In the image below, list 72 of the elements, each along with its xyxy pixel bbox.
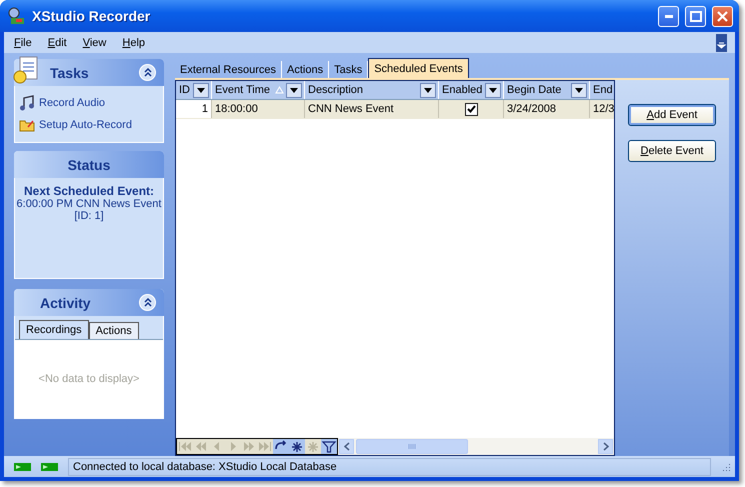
filter-dropdown-button[interactable] xyxy=(485,82,501,98)
column-header[interactable]: Description xyxy=(305,81,439,99)
status-text: [ID: 1] xyxy=(73,210,105,222)
collapse-button[interactable] xyxy=(139,64,156,81)
checkmark-icon xyxy=(466,105,476,113)
table-cell-text: 12/3 xyxy=(592,102,614,117)
menu-item[interactable]: File xyxy=(12,36,40,48)
event-button[interactable]: Delete Event xyxy=(628,140,716,162)
last-record-icon xyxy=(257,439,273,454)
close-button[interactable] xyxy=(712,6,733,26)
document-clock-icon xyxy=(12,55,40,85)
menu-item[interactable]: View xyxy=(80,36,114,48)
table-cell: 3/24/2008 xyxy=(504,100,590,118)
navigator-button[interactable] xyxy=(273,439,289,454)
task-link[interactable]: Setup Auto-Record xyxy=(19,114,159,136)
navigator-button[interactable] xyxy=(289,439,305,454)
minimize-icon xyxy=(664,14,672,18)
caret-icon xyxy=(575,88,583,92)
column-header[interactable]: ID xyxy=(176,81,212,99)
column-header[interactable]: End xyxy=(590,81,614,99)
close-icon xyxy=(717,10,728,22)
table-cell: 18:00:00 xyxy=(212,100,305,118)
toolbar-options-icon[interactable] xyxy=(716,34,727,52)
status-heading: Next Scheduled Event: xyxy=(22,183,156,198)
chevron-icon xyxy=(144,298,152,307)
column-header[interactable]: Event Time xyxy=(212,81,305,99)
table-cell: 1 xyxy=(176,100,212,118)
checkbox[interactable] xyxy=(464,102,478,116)
filter-dropdown-button[interactable] xyxy=(193,82,209,98)
maximize-button[interactable] xyxy=(685,6,706,26)
menu-item[interactable]: Edit xyxy=(46,36,75,48)
navigator-button[interactable] xyxy=(321,439,337,454)
caret-icon xyxy=(424,88,432,92)
status-text: 6:00:00 PM CNN News Event xyxy=(16,198,162,210)
asterisk-icon xyxy=(305,439,321,454)
window-title: XStudio Recorder xyxy=(32,8,152,24)
table-row[interactable]: 1 18:00:00 CNN News Event 3/24/2008 12/3 xyxy=(176,100,614,119)
scroll-thumb[interactable] xyxy=(356,439,468,454)
tab[interactable]: Scheduled Events xyxy=(368,58,469,78)
column-header[interactable]: Begin Date xyxy=(504,81,590,99)
minimize-button[interactable] xyxy=(658,6,679,26)
filter-icon xyxy=(321,439,337,454)
table-cell: CNN News Event xyxy=(305,100,439,118)
horizontal-scrollbar[interactable] xyxy=(338,438,614,455)
caret-icon xyxy=(197,88,205,92)
panel-title: Activity xyxy=(39,294,92,310)
caret-icon xyxy=(290,88,298,92)
task-link[interactable]: Record Audio xyxy=(19,92,159,114)
column-header[interactable]: Enabled xyxy=(439,81,504,99)
chevron-icon xyxy=(144,68,152,77)
sort-ascending-icon xyxy=(275,86,284,94)
panel-title: Tasks xyxy=(49,64,90,80)
filter-dropdown-button[interactable] xyxy=(420,82,436,98)
scroll-right-button[interactable] xyxy=(598,439,613,454)
scroll-left-button[interactable] xyxy=(339,439,354,454)
filter-dropdown-button[interactable] xyxy=(286,82,302,98)
grip-icon xyxy=(408,444,416,449)
collapse-button[interactable] xyxy=(139,294,156,311)
resize-grip-icon[interactable] xyxy=(721,462,731,472)
music-note-icon xyxy=(19,95,35,111)
first-record-icon xyxy=(177,439,193,454)
empty-message: <No data to display> xyxy=(38,373,140,385)
maximize-icon xyxy=(690,10,702,22)
panel-title: Status xyxy=(66,156,112,172)
caret-icon xyxy=(489,88,497,92)
status-text: Connected to local database: XStudio Local Database xyxy=(68,458,711,476)
menu-item[interactable]: Help xyxy=(120,36,154,48)
event-button[interactable]: Add Event xyxy=(628,104,716,126)
asterisk-icon xyxy=(289,439,305,454)
tab[interactable]: Recordings xyxy=(19,320,89,339)
tab[interactable]: Actions xyxy=(88,322,139,339)
filter-dropdown-button[interactable] xyxy=(571,82,587,98)
